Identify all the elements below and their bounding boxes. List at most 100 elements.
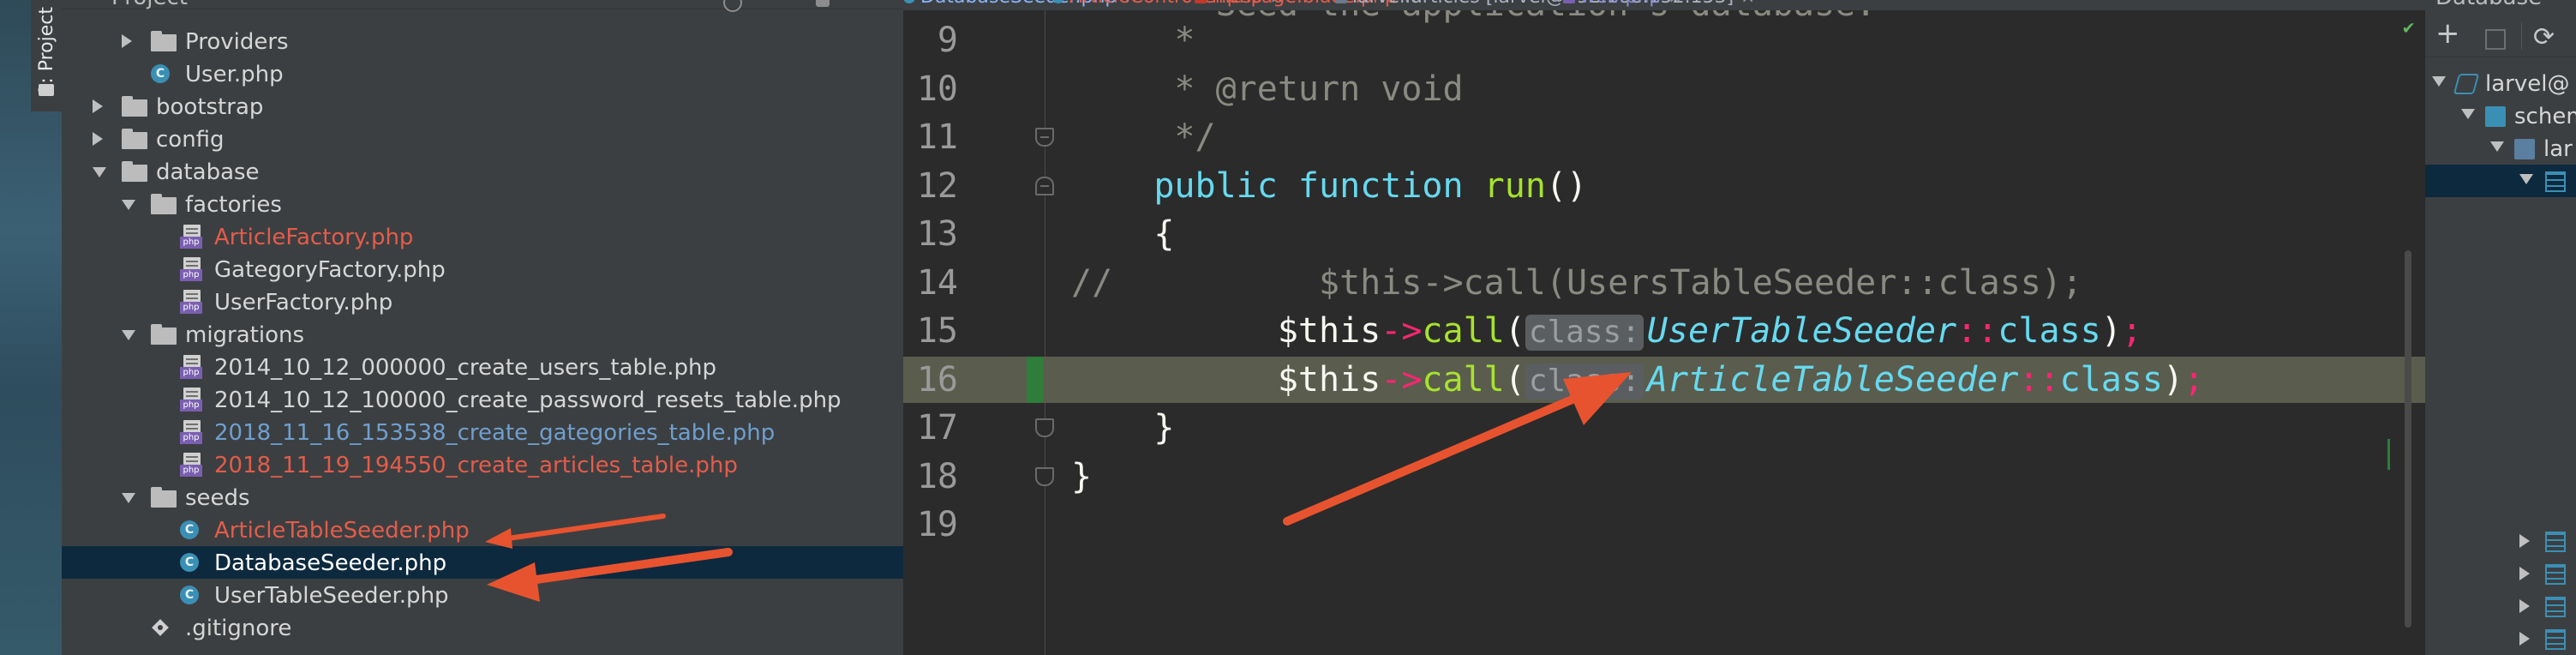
line-number: 11 <box>916 117 958 157</box>
tree-file-item[interactable]: C User.php <box>62 57 903 90</box>
editor-tab[interactable]: web.php × <box>1563 0 1682 10</box>
code-token: // $this->call(UsersTableSeeder::class); <box>1071 262 2083 303</box>
tree-file-item[interactable]: php 2014_10_12_000000_create_users_table.… <box>62 351 903 383</box>
tree-folder-item[interactable]: migrations <box>62 318 903 351</box>
code-line[interactable]: 11 */ <box>903 114 2425 160</box>
code-line[interactable]: 15 $this->call(class: UserTableSeeder::cl… <box>903 308 2425 354</box>
db-tree-item-label: lar <box>2543 136 2573 162</box>
chevron-down-icon[interactable] <box>2490 141 2504 152</box>
code-token: } <box>1071 408 1175 448</box>
code-line[interactable]: 18} <box>903 454 2425 500</box>
tree-file-item[interactable]: php 2018_11_19_194550_create_articles_tab… <box>62 448 903 481</box>
table-icon <box>2545 597 2566 617</box>
code-token: function <box>1297 165 1484 206</box>
chevron-right-icon[interactable] <box>93 99 103 113</box>
php-file-icon: php <box>180 225 202 249</box>
code-line[interactable]: 9 * <box>903 17 2425 63</box>
tree-folder-item[interactable]: config <box>62 123 903 155</box>
project-tool-tab[interactable]: 1: Project <box>31 0 63 111</box>
annotation-arrow <box>487 548 733 602</box>
chevron-down-icon[interactable] <box>2519 174 2533 184</box>
code-token: class <box>2059 359 2163 400</box>
chevron-down-icon[interactable] <box>2432 76 2446 87</box>
db-tree-item[interactable]: lar <box>2425 132 2576 165</box>
chevron-right-icon[interactable] <box>93 132 103 146</box>
code-line[interactable]: 12 public function run() <box>903 163 2425 209</box>
code-line[interactable]: 19 <box>903 502 2425 548</box>
db-tree-item-label: schem <box>2514 104 2576 129</box>
close-icon[interactable]: × <box>1740 0 1755 7</box>
project-tool-tab-label: 1: Project <box>36 7 57 96</box>
chevron-down-icon[interactable] <box>122 200 135 210</box>
chevron-right-icon[interactable] <box>2519 599 2530 613</box>
fold-marker-icon[interactable] <box>1035 466 1054 486</box>
class-icon <box>903 0 915 3</box>
php-file-icon <box>1563 0 1575 3</box>
code-editor[interactable]: * Seed the application's database. 9 *10… <box>903 10 2425 655</box>
copy-icon[interactable] <box>2485 29 2506 50</box>
code-text: public function run() <box>1071 163 1587 209</box>
editor-scrollbar[interactable] <box>2405 250 2411 628</box>
chevron-down-icon[interactable] <box>122 330 135 340</box>
check-icon: ✔ <box>2403 17 2415 39</box>
code-line[interactable]: 17 } <box>903 405 2425 451</box>
tree-item-label: UserFactory.php <box>214 290 393 315</box>
refresh-icon[interactable]: ⟳ <box>2533 22 2555 52</box>
gear-icon[interactable] <box>816 0 830 7</box>
tree-folder-item[interactable]: database <box>62 155 903 188</box>
code-token: :: <box>1956 311 1998 351</box>
code-line[interactable]: 14 // $this->call(UsersTableSeeder::class… <box>903 260 2425 306</box>
editor-tab[interactable]: larvel.articles [larvel@192.168.152.153]… <box>1335 0 1755 10</box>
add-icon[interactable]: + <box>2435 19 2460 48</box>
chevron-down-icon[interactable] <box>2461 109 2475 119</box>
tree-file-item[interactable]: php 2018_11_16_153538_create_gategories_t… <box>62 416 903 448</box>
target-icon[interactable] <box>723 0 742 12</box>
php-file-icon: php <box>180 420 202 444</box>
fold-marker-icon[interactable] <box>1035 176 1054 195</box>
tree-item-label: Providers <box>185 29 289 55</box>
chevron-right-icon[interactable] <box>2519 632 2530 646</box>
db-tree-item[interactable] <box>2425 165 2576 197</box>
php-file-icon: php <box>180 257 202 281</box>
tree-folder-item[interactable]: bootstrap <box>62 90 903 123</box>
code-token: public <box>1071 165 1298 206</box>
class-icon: C <box>180 586 199 604</box>
table-icon <box>2545 532 2566 552</box>
tree-folder-item[interactable]: factories <box>62 188 903 220</box>
tree-item-label: .gitignore <box>185 616 292 641</box>
code-token: * @return void <box>1071 69 1464 109</box>
tree-file-item[interactable]: php GategoryFactory.php <box>62 253 903 285</box>
db-tree-item[interactable] <box>2425 525 2576 557</box>
code-token: ; <box>2121 311 2142 351</box>
tree-item-label: DatabaseSeeder.php <box>214 550 447 576</box>
chevron-down-icon[interactable] <box>122 493 135 503</box>
chevron-right-icon[interactable] <box>122 34 132 48</box>
table-icon <box>2545 564 2566 585</box>
tree-file-item[interactable]: php UserFactory.php <box>62 285 903 318</box>
db-tree-item[interactable] <box>2425 557 2576 590</box>
table-icon <box>2545 171 2566 192</box>
fold-marker-icon[interactable] <box>1035 418 1054 437</box>
class-icon <box>1052 0 1064 3</box>
line-number: 17 <box>916 408 958 448</box>
db-tree-item[interactable]: schem <box>2425 99 2576 132</box>
fold-marker-icon[interactable] <box>1035 128 1054 147</box>
php-file-icon: php <box>180 290 202 314</box>
tree-file-item[interactable]: php ArticleFactory.php <box>62 220 903 253</box>
code-line[interactable]: 13 { <box>903 211 2425 257</box>
code-line[interactable]: 16 $this->call(class:ArticleTableSeeder:… <box>903 356 2425 403</box>
tree-item-label: migrations <box>185 322 305 348</box>
chevron-down-icon[interactable] <box>93 167 106 177</box>
db-tree-item[interactable] <box>2425 590 2576 622</box>
code-line[interactable]: 10 * @return void <box>903 66 2425 112</box>
code-text: // $this->call(UsersTableSeeder::class); <box>1071 260 2082 306</box>
tree-folder-item[interactable]: Providers <box>62 25 903 57</box>
chevron-right-icon[interactable] <box>2519 534 2530 548</box>
db-tree-item[interactable]: larvel@ <box>2425 67 2576 99</box>
db-tree-item[interactable] <box>2425 622 2576 655</box>
close-icon[interactable]: × <box>1668 0 1682 7</box>
parameter-hint: class: <box>1525 315 1644 351</box>
tree-file-item[interactable]: php 2014_10_12_100000_create_password_res… <box>62 383 903 416</box>
tree-item-label: 2018_11_19_194550_create_articles_table.… <box>214 453 738 478</box>
chevron-right-icon[interactable] <box>2519 567 2530 580</box>
